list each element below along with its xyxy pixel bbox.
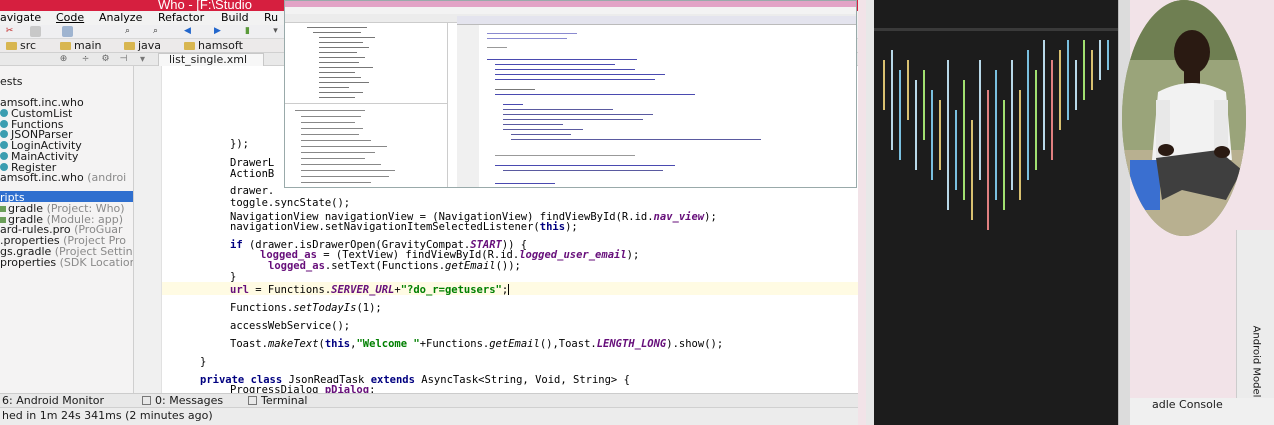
tab-messages[interactable]: 0: Messages — [142, 394, 223, 408]
folder-icon — [184, 42, 195, 50]
messages-icon — [142, 396, 151, 405]
embedded-ide-screenshot — [284, 0, 857, 188]
project-pane: ests amsoft.inc.who CustomList Functions… — [0, 66, 134, 393]
code-line: toggle.syncState(); — [230, 197, 351, 209]
dark-code-lines — [883, 40, 1109, 230]
terminal-icon — [248, 396, 257, 405]
menu-run[interactable]: Ru — [264, 11, 278, 24]
code-line: } — [200, 356, 207, 368]
dropdown-icon[interactable]: ▾ — [270, 26, 281, 37]
code-line: }); — [230, 138, 249, 150]
embedded-navigator — [285, 103, 448, 187]
code-line: } — [230, 271, 237, 283]
folder-icon — [6, 42, 17, 50]
collapse-icon[interactable]: ÷ — [80, 54, 91, 65]
crumb-java[interactable]: java — [124, 39, 161, 53]
tool-window-bar: 6: Android Monitor 0: Messages Terminal — [0, 393, 858, 407]
menu-analyze[interactable]: Analyze — [99, 11, 142, 24]
tree-item-tests[interactable]: ests — [0, 76, 23, 87]
code-line: ProgressDialog pDialog; — [230, 384, 376, 393]
tree-item-local-properties[interactable]: properties (SDK Location — [0, 257, 133, 268]
code-line: url = Functions.SERVER_URL+"?do_r=getuse… — [230, 284, 510, 296]
replace-icon[interactable]: ⌕ — [150, 26, 161, 37]
embedded-project-tree — [285, 23, 448, 103]
code-line: logged_as.setText(Functions.getEmail()); — [268, 260, 521, 272]
menu-refactor[interactable]: Refactor — [158, 11, 204, 24]
project-toolbar: ⊕ ÷ ⚙ ⊣ — [0, 53, 134, 66]
hide-icon[interactable]: ⊣ — [118, 54, 129, 65]
back-icon[interactable]: ◀ — [182, 26, 193, 37]
android-model-tab[interactable]: Android Model — [1242, 326, 1261, 398]
menu-build[interactable]: Build — [221, 11, 249, 24]
class-icon — [0, 130, 8, 138]
embedded-code — [457, 25, 856, 187]
crumb-hamsoft[interactable]: hamsoft — [184, 39, 243, 53]
text-caret — [508, 284, 510, 295]
gutter — [134, 66, 162, 393]
code-line: navigationView.setNavigationItemSelected… — [230, 221, 578, 233]
class-icon — [0, 109, 8, 117]
folder-icon — [124, 42, 135, 50]
copy-icon[interactable] — [30, 26, 41, 37]
chevron-down-icon[interactable]: ▾ — [140, 54, 145, 65]
status-text: hed in 1m 24s 341ms (2 minutes ago) — [2, 409, 213, 422]
menu-navigate[interactable]: avigate — [0, 11, 41, 24]
sync-icon[interactable]: ⊕ — [58, 54, 69, 65]
crumb-main[interactable]: main — [60, 39, 101, 53]
tab-android-monitor[interactable]: 6: Android Monitor — [2, 394, 104, 408]
make-project-icon[interactable]: ▮ — [242, 26, 253, 37]
class-icon — [0, 163, 8, 171]
class-icon — [0, 152, 8, 160]
gradle-icon — [0, 206, 6, 212]
cut-icon[interactable]: ✂ — [4, 26, 15, 37]
tree-item-package-test[interactable]: amsoft.inc.who (androi — [0, 172, 126, 183]
code-line: Functions.setTodayIs(1); — [230, 302, 382, 314]
class-icon — [0, 120, 8, 128]
code-line: ActionB — [230, 168, 275, 180]
menu-code[interactable]: Code — [56, 11, 84, 24]
class-icon — [0, 141, 8, 149]
code-line: Toast.makeText(this,"Welcome "+Functions… — [230, 338, 724, 350]
search-icon[interactable]: ⌕ — [122, 26, 133, 37]
code-line: accessWebService(); — [230, 320, 351, 332]
embedded-menu-bar — [285, 7, 856, 14]
crumb-src[interactable]: src — [6, 39, 36, 53]
tab-terminal[interactable]: Terminal — [248, 394, 308, 408]
tab-list-single-xml[interactable]: list_single.xml — [158, 53, 264, 66]
folder-icon — [60, 42, 71, 50]
dark-editor-screenshot — [866, 0, 1118, 425]
gradle-console-tab[interactable]: adle Console — [1152, 398, 1223, 411]
code-line: drawer. — [230, 185, 275, 197]
paste-icon[interactable] — [62, 26, 73, 37]
gear-icon[interactable]: ⚙ — [100, 54, 111, 65]
forward-icon[interactable]: ▶ — [212, 26, 223, 37]
profile-photo — [1122, 0, 1246, 236]
status-bar: hed in 1m 24s 341ms (2 minutes ago) — [0, 407, 858, 425]
embedded-editor-tabs — [457, 16, 856, 25]
